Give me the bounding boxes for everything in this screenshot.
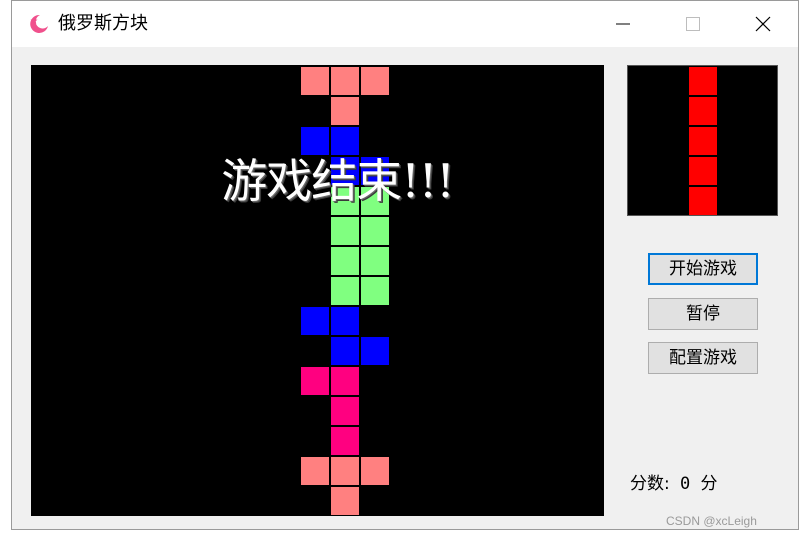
minimize-button[interactable] xyxy=(588,1,658,47)
board-grid xyxy=(301,67,389,515)
next-piece-block xyxy=(689,157,717,185)
next-piece-block xyxy=(689,187,717,215)
board-block-magenta xyxy=(331,427,359,455)
board-block-green xyxy=(331,187,359,215)
start-game-button[interactable]: 开始游戏 xyxy=(648,253,758,285)
pause-button[interactable]: 暂停 xyxy=(648,298,758,330)
board-block-blue xyxy=(301,127,329,155)
board-block-blue xyxy=(331,337,359,365)
board-block-blue xyxy=(361,157,389,185)
score-display: 分数: 0 分 xyxy=(630,469,717,494)
score-label: 分数: xyxy=(630,474,670,494)
board-block-magenta xyxy=(301,367,329,395)
board-block-salmon xyxy=(361,67,389,95)
game-window: 俄罗斯方块 游戏结束!!! 开始游戏 暂停 配置游戏 分数: 0 分 xyxy=(11,0,799,530)
title-bar[interactable]: 俄罗斯方块 xyxy=(12,1,798,47)
close-icon xyxy=(755,16,771,32)
watermark: CSDN @xcLeigh xyxy=(666,514,757,528)
board-block-green xyxy=(361,277,389,305)
board-block-green xyxy=(361,217,389,245)
score-value: 0 xyxy=(679,474,691,494)
board-block-green xyxy=(361,187,389,215)
window-title: 俄罗斯方块 xyxy=(58,13,148,34)
next-piece-block xyxy=(689,67,717,95)
board-block-salmon xyxy=(301,67,329,95)
board-block-salmon xyxy=(331,67,359,95)
moon-star-icon xyxy=(30,14,48,33)
board-block-salmon xyxy=(361,457,389,485)
maximize-button[interactable] xyxy=(658,1,728,47)
next-piece-grid xyxy=(689,67,717,215)
score-unit: 分 xyxy=(700,474,718,494)
minimize-icon xyxy=(616,23,630,25)
board-block-salmon xyxy=(331,97,359,125)
board-block-magenta xyxy=(331,367,359,395)
configure-game-button[interactable]: 配置游戏 xyxy=(648,342,758,374)
maximize-icon xyxy=(686,17,700,31)
board-block-green xyxy=(331,217,359,245)
board-block-salmon xyxy=(331,487,359,515)
board-block-green xyxy=(361,247,389,275)
board-block-green xyxy=(331,247,359,275)
board-block-blue xyxy=(331,307,359,335)
game-board[interactable]: 游戏结束!!! xyxy=(31,65,604,516)
board-block-magenta xyxy=(331,397,359,425)
board-block-blue xyxy=(331,127,359,155)
next-piece-block xyxy=(689,97,717,125)
close-button[interactable] xyxy=(728,1,798,47)
board-block-salmon xyxy=(331,457,359,485)
board-block-salmon xyxy=(301,457,329,485)
board-block-blue xyxy=(301,307,329,335)
next-piece-preview xyxy=(627,65,778,216)
board-block-blue xyxy=(361,337,389,365)
board-block-green xyxy=(331,277,359,305)
next-piece-block xyxy=(689,127,717,155)
board-block-blue xyxy=(331,157,359,185)
